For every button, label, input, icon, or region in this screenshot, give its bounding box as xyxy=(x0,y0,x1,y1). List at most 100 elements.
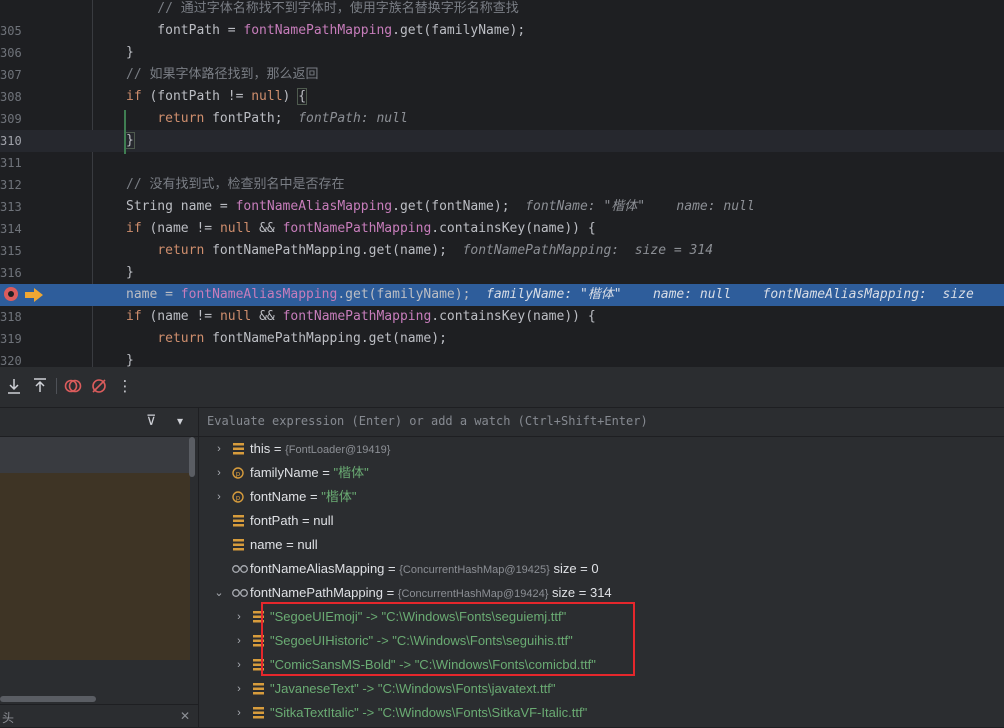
line-number[interactable]: 308 xyxy=(0,86,22,108)
code-text[interactable]: return fontPath; fontPath: null xyxy=(126,108,407,130)
download-icon[interactable] xyxy=(4,376,24,396)
code-text[interactable]: if (name != null && fontNamePathMapping.… xyxy=(126,218,596,240)
expand-chevron-icon[interactable]: › xyxy=(233,629,245,653)
code-token: // 没有找到式，检查别名中是否存在 xyxy=(126,177,345,192)
line-number[interactable]: 306 xyxy=(0,42,22,64)
watch-glasses-icon xyxy=(231,581,249,606)
variable-type: {ConcurrentHashMap@19425} xyxy=(399,564,550,576)
more-options-icon[interactable]: ⋮ xyxy=(115,376,135,396)
horizontal-scrollbar[interactable] xyxy=(0,696,96,702)
line-number[interactable]: 307 xyxy=(0,64,22,86)
variable-type: {FontLoader@19419} xyxy=(285,444,391,456)
line-number[interactable]: 314 xyxy=(0,218,22,240)
expand-chevron-icon[interactable]: › xyxy=(233,605,245,629)
code-token: && xyxy=(251,309,283,324)
variable-type: {ConcurrentHashMap@19424} xyxy=(397,588,549,600)
code-text[interactable]: // 如果字体路径找到，那么返回 xyxy=(126,64,318,86)
code-line[interactable]: 316} xyxy=(0,262,1004,284)
code-line[interactable]: 310} xyxy=(0,130,1004,152)
variable-value: null xyxy=(297,537,318,552)
frame-list-library[interactable] xyxy=(0,473,190,660)
collapse-chevron-icon[interactable]: ⌄ xyxy=(213,581,225,605)
line-number[interactable]: 309 xyxy=(0,108,22,130)
line-number[interactable]: 318 xyxy=(0,306,22,328)
code-text[interactable]: } xyxy=(126,42,134,64)
code-line[interactable]: 315 return fontNamePathMapping.get(name)… xyxy=(0,240,1004,262)
code-text[interactable]: } xyxy=(125,130,135,152)
expand-chevron-icon[interactable]: › xyxy=(213,461,225,485)
code-line-execution[interactable]: name = fontNameAliasMapping.get(familyNa… xyxy=(0,284,1004,306)
variable-row[interactable]: › p fontName = "楷体" xyxy=(199,485,1004,509)
line-number[interactable]: 310 xyxy=(0,130,22,152)
upload-icon[interactable] xyxy=(30,376,50,396)
code-line[interactable]: 319 return fontNamePathMapping.get(name)… xyxy=(0,328,1004,350)
code-token: && xyxy=(251,221,283,236)
inline-value-hint: fontName: "楷体" name: null xyxy=(525,199,755,214)
code-text[interactable]: // 通过字体名称找不到字体时，使用字族名替换字形名称查找 xyxy=(126,0,519,20)
variable-row[interactable]: › this = {FontLoader@19419} xyxy=(199,437,1004,461)
code-text[interactable]: // 没有找到式，检查别名中是否存在 xyxy=(126,174,344,196)
code-token: } xyxy=(125,132,135,149)
code-token: // 通过字体名称找不到字体时，使用字族名替换字形名称查找 xyxy=(126,1,519,16)
expand-chevron-icon[interactable]: › xyxy=(233,701,245,725)
expand-chevron-icon[interactable]: › xyxy=(213,437,225,461)
code-text[interactable]: } xyxy=(126,262,134,284)
code-line[interactable]: 318 if (name != null && fontNamePathMappi… xyxy=(0,306,1004,328)
filter-icon[interactable]: ⊽ xyxy=(146,413,156,429)
variable-row[interactable]: › p familyName = "楷体" xyxy=(199,461,1004,485)
code-line[interactable]: 311 xyxy=(0,152,1004,174)
view-breakpoints-icon[interactable] xyxy=(63,376,83,396)
code-token: .containsKey(name)) { xyxy=(431,221,596,236)
frame-item-selected[interactable] xyxy=(0,437,190,473)
code-line[interactable]: 320} xyxy=(0,350,1004,367)
code-line[interactable]: 312 // 没有找到式，检查别名中是否存在 xyxy=(0,174,1004,196)
expand-chevron-icon[interactable]: › xyxy=(233,653,245,677)
code-token: return xyxy=(157,243,205,258)
close-icon[interactable]: ✕ xyxy=(180,709,190,723)
code-line[interactable]: 309 return fontPath; fontPath: null xyxy=(0,108,1004,130)
mute-breakpoints-icon[interactable] xyxy=(89,376,109,396)
expand-chevron-icon[interactable]: › xyxy=(233,677,245,701)
code-text[interactable]: if (fontPath != null) { xyxy=(126,86,308,108)
code-text[interactable]: if (name != null && fontNamePathMapping.… xyxy=(126,306,596,328)
code-line[interactable]: // 通过字体名称找不到字体时，使用字族名替换字形名称查找 xyxy=(0,0,1004,20)
code-token: if xyxy=(126,221,142,236)
vertical-scrollbar[interactable] xyxy=(189,437,195,477)
line-number[interactable]: 320 xyxy=(0,350,22,367)
code-line[interactable]: 305 fontPath = fontNamePathMapping.get(f… xyxy=(0,20,1004,42)
variable-row[interactable]: fontPath = null xyxy=(199,509,1004,533)
line-number[interactable]: 315 xyxy=(0,240,22,262)
code-text[interactable]: return fontNamePathMapping.get(name); xyxy=(126,328,447,350)
line-number[interactable]: 305 xyxy=(0,20,22,42)
code-token: } xyxy=(126,353,134,367)
expand-chevron-icon[interactable]: › xyxy=(213,485,225,509)
code-text[interactable]: } xyxy=(126,350,134,367)
code-line[interactable]: 306} xyxy=(0,42,1004,64)
code-token: if xyxy=(126,89,142,104)
code-text[interactable]: String name = fontNameAliasMapping.get(f… xyxy=(126,196,755,218)
breakpoint-icon[interactable] xyxy=(4,287,18,301)
code-text[interactable]: return fontNamePathMapping.get(name); fo… xyxy=(126,240,713,262)
variable-row[interactable]: name = null xyxy=(199,533,1004,557)
line-number[interactable]: 316 xyxy=(0,262,22,284)
code-line[interactable]: 308 if (fontPath != null) { xyxy=(0,86,1004,108)
line-number[interactable]: 312 xyxy=(0,174,22,196)
code-text[interactable]: name = fontNameAliasMapping.get(familyNa… xyxy=(126,284,974,306)
evaluate-expression-input[interactable]: Evaluate expression (Enter) or add a wat… xyxy=(199,408,1004,437)
code-line[interactable]: 314 if (name != null && fontNamePathMappi… xyxy=(0,218,1004,240)
code-text[interactable]: fontPath = fontNamePathMapping.get(famil… xyxy=(126,20,525,42)
variable-row[interactable]: fontNameAliasMapping = {ConcurrentHashMa… xyxy=(199,557,1004,581)
code-line[interactable]: 307 // 如果字体路径找到，那么返回 xyxy=(0,64,1004,86)
code-token: if xyxy=(126,309,142,324)
dropdown-icon[interactable]: ▾ xyxy=(177,414,183,428)
map-entry-row[interactable]: › "JavaneseText" -> "C:\Windows\Fonts\jav… xyxy=(199,677,1004,701)
variable-name: familyName xyxy=(250,465,319,480)
line-number[interactable]: 313 xyxy=(0,196,22,218)
line-number[interactable]: 319 xyxy=(0,328,22,350)
map-entry-row[interactable]: › "SitkaTextItalic" -> "C:\Windows\Fonts\… xyxy=(199,701,1004,725)
code-line[interactable]: 313 String name = fontNameAliasMapping.ge… xyxy=(0,196,1004,218)
line-number[interactable]: 311 xyxy=(0,152,22,174)
code-editor[interactable]: // 通过字体名称找不到字体时，使用字族名替换字形名称查找 305 fontPat… xyxy=(0,0,1004,367)
